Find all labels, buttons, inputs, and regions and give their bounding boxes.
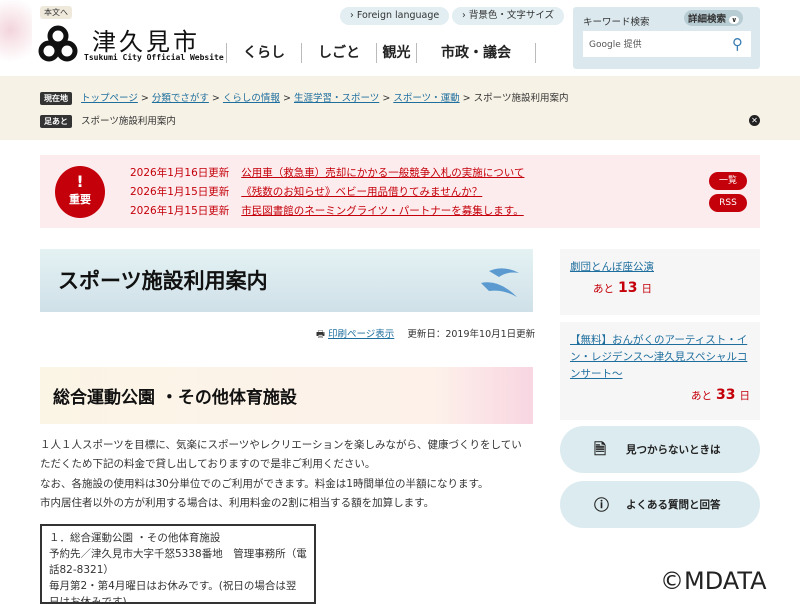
days-count: 13 (618, 280, 638, 296)
page-title: スポーツ施設利用案内 (58, 269, 268, 293)
nav-kanko[interactable]: 観光 (376, 43, 416, 63)
notice-item: 2026年1月16日更新 公用車（救急車）売却にかかる一般競争入札の実施について (130, 165, 524, 180)
info-line: 話82-8321） (49, 564, 114, 576)
event-card: 【無料】おんがくのアーティスト・イン・レジデンス～津久見スペシャルコンサート～ … (560, 322, 760, 420)
not-found-button[interactable]: 🗎 見つからないときは (560, 426, 760, 473)
days-suffix: 日 (739, 390, 751, 402)
breadcrumb-area: 現在地 トップページ > 分類でさがす > くらしの情報 > 生涯学習・スポーツ… (0, 76, 800, 140)
exclamation-icon: ! (76, 172, 84, 191)
close-icon[interactable]: ✕ (749, 115, 760, 126)
breadcrumb-link[interactable]: くらしの情報 (223, 93, 280, 104)
search-placeholder: Google 提供 (589, 40, 642, 50)
search-input[interactable]: Google 提供 ⚲ (583, 31, 751, 57)
info-line: １．総合運動公園 ・その他体育施設 (49, 532, 221, 544)
updated-date: 更新日：2019年10月1日更新 (407, 329, 536, 340)
cherry-blossom-decoration (0, 0, 32, 70)
notice-link[interactable]: 市民図書館のネーミングライツ・パートナーを募集します。 (241, 205, 523, 217)
section-heading: 総合運動公園 ・その他体育施設 (53, 388, 297, 408)
notice-item: 2026年1月15日更新 《残数のお知らせ》ベビー用品借りてみませんか？ (130, 184, 482, 199)
info-line: 毎月第2・第4月曜日はお休みです。(祝日の場合は翌 (49, 580, 297, 592)
body-text: 市内居住者以外の方が利用する場合は、利用料金の2割に相当する額を加算します。 (40, 497, 435, 509)
notice-link[interactable]: 公用車（救急車）売却にかかる一般競争入札の実施について (241, 167, 524, 179)
event-link[interactable]: 【無料】おんがくのアーティスト・イン・レジデンス～津久見スペシャルコンサート～ (570, 334, 747, 380)
current-location-tag: 現在地 (40, 92, 72, 105)
breadcrumb-separator: > (282, 93, 291, 104)
foreign-language-button[interactable]: › Foreign language (340, 7, 450, 25)
dolphin-icon (481, 268, 519, 297)
page-title-banner: スポーツ施設利用案内 (40, 249, 533, 312)
global-nav: くらし しごと 観光 市政・議会 (226, 43, 536, 63)
important-badge: ! 重要 (55, 166, 105, 218)
breadcrumb-current: スポーツ施設利用案内 (473, 93, 569, 104)
body-text: なお、各施設の使用料は30分単位でのご利用ができます。料金は1時間単位の半額にな… (40, 478, 489, 490)
search-icon[interactable]: ⚲ (732, 35, 743, 53)
city-logo-icon[interactable] (38, 25, 78, 63)
printer-icon: 🖶 (316, 329, 325, 340)
breadcrumb: 現在地 トップページ > 分類でさがす > くらしの情報 > 生涯学習・スポーツ… (40, 90, 568, 105)
breadcrumb-separator: > (382, 93, 391, 104)
faq-button[interactable]: ⓘ よくある質問と回答 (560, 481, 760, 528)
notice-date: 2026年1月15日更新 (130, 186, 230, 198)
event-card: 劇団とんぼ座公演 あと 13 日 (560, 249, 760, 315)
important-label: 重要 (69, 193, 91, 206)
footprint: 足あと スポーツ施設利用案内 (40, 113, 176, 128)
days-remaining: あと 13 日 (570, 280, 750, 296)
skip-to-content-link[interactable]: 本文へ (40, 6, 72, 19)
notice-date: 2026年1月16日更新 (130, 167, 230, 179)
print-page-link[interactable]: 印刷ページ表示 (328, 329, 394, 340)
breadcrumb-link[interactable]: トップページ (81, 93, 138, 104)
breadcrumb-link[interactable]: スポーツ・運動 (393, 93, 459, 104)
page-meta: 🖶 印刷ページ表示 更新日：2019年10月1日更新 (316, 326, 535, 343)
body-text: ただくため下記の料金で貸し出しておりますので是非ご利用ください。 (40, 458, 376, 470)
important-notices: ! 重要 2026年1月16日更新 公用車（救急車）売却にかかる一般競争入札の実施… (40, 155, 760, 228)
rss-button[interactable]: RSS (709, 194, 747, 212)
nav-shigoto[interactable]: しごと (301, 43, 376, 63)
document-search-icon: 🗎 (594, 440, 607, 458)
footprint-tag: 足あと (40, 115, 72, 128)
breadcrumb-separator: > (140, 93, 149, 104)
days-prefix: あと (691, 390, 713, 402)
advanced-search-button[interactable]: 詳細検索 ∨ (684, 10, 744, 26)
list-button[interactable]: 一覧 (709, 172, 747, 190)
not-found-label: 見つからないときは (626, 444, 721, 456)
days-remaining: あと 33 日 (570, 387, 750, 403)
site-name[interactable]: 津久見市 (92, 22, 200, 57)
foreign-language-label: Foreign language (356, 10, 440, 21)
info-line: 予約先／津久見市大字千怒5338番地 管理事務所（電 (49, 548, 307, 560)
notice-item: 2026年1月15日更新 市民図書館のネーミングライツ・パートナーを募集します。 (130, 203, 524, 218)
advanced-search-label: 詳細検索 (688, 14, 727, 25)
question-bubble-icon: ⓘ (594, 496, 610, 514)
days-prefix: あと (593, 283, 614, 295)
chevron-down-icon: ∨ (729, 16, 740, 24)
breadcrumb-separator: > (462, 93, 471, 104)
section-heading-banner: 総合運動公園 ・その他体育施設 (40, 367, 533, 424)
nav-shisei-gikai[interactable]: 市政・議会 (416, 43, 536, 63)
notice-link[interactable]: 《残数のお知らせ》ベビー用品借りてみませんか？ (241, 186, 482, 198)
body-text: １人１人スポーツを目標に、気楽にスポーツやレクリエーションを楽しみながら、健康づ… (40, 439, 522, 451)
search-label: キーワード検索 (583, 17, 650, 28)
watermark: ©MDATA (660, 567, 767, 595)
background-font-size-label: 背景色・文字サイズ (468, 10, 555, 21)
keyword-search: キーワード検索 詳細検索 ∨ Google 提供 ⚲ (573, 7, 760, 69)
background-font-size-button[interactable]: › 背景色・文字サイズ (452, 7, 565, 25)
breadcrumb-separator: > (211, 93, 220, 104)
facility-info-box: １．総合運動公園 ・その他体育施設 予約先／津久見市大字千怒5338番地 管理事… (40, 524, 316, 604)
notice-date: 2026年1月15日更新 (130, 205, 230, 217)
faq-label: よくある質問と回答 (626, 499, 721, 511)
site-subtitle: Tsukumi City Official Website (84, 53, 224, 62)
breadcrumb-link[interactable]: 生涯学習・スポーツ (294, 93, 379, 104)
days-suffix: 日 (641, 283, 652, 295)
info-line: 日はお休みです) (49, 596, 127, 604)
days-count: 33 (716, 387, 736, 403)
nav-kurashi[interactable]: くらし (226, 43, 301, 63)
event-link[interactable]: 劇団とんぼ座公演 (570, 261, 654, 273)
footprint-item[interactable]: スポーツ施設利用案内 (81, 116, 176, 127)
site-header: 本文へ 津久見市 Tsukumi City Official Website ›… (0, 0, 800, 76)
breadcrumb-link[interactable]: 分類でさがす (152, 93, 209, 104)
